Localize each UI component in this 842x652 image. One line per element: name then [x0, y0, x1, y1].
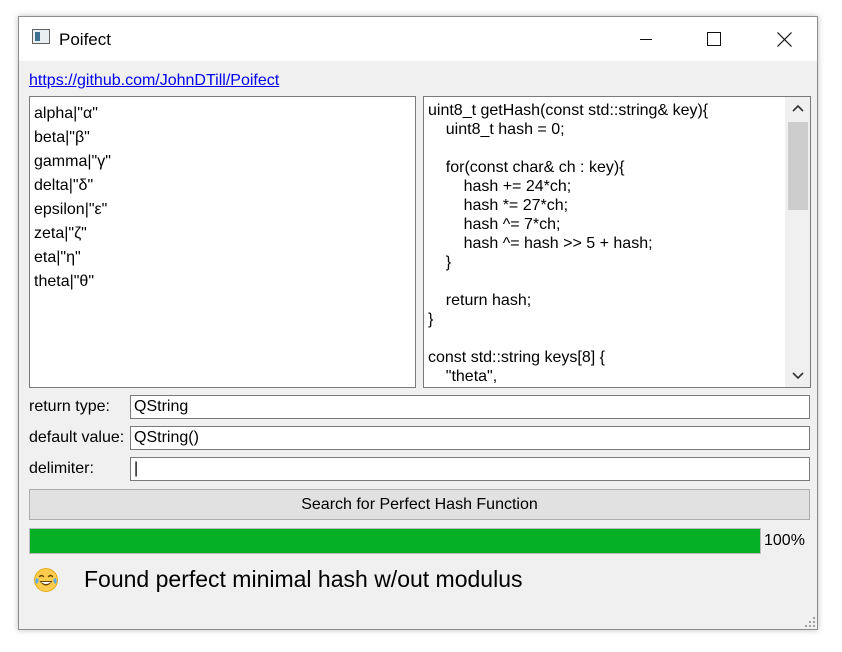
chevron-up-icon [792, 104, 804, 112]
resize-grip-icon[interactable] [805, 617, 815, 627]
code-line: hash *= 27*ch; [428, 197, 569, 214]
maximize-button[interactable] [691, 17, 737, 61]
status-message: Found perfect minimal hash w/out modulus [84, 566, 523, 592]
code-line: } [428, 311, 434, 328]
code-line: return hash; [428, 292, 532, 309]
scroll-thumb[interactable] [788, 122, 808, 210]
maximize-icon [707, 32, 721, 46]
code-line: "theta", [428, 368, 498, 383]
code-line: hash ^= hash >> 5 + hash; [428, 235, 653, 252]
code-line: for(const char& ch : key){ [428, 159, 625, 176]
window-title: Poifect [59, 30, 111, 49]
return-type-row: return type: [29, 395, 811, 419]
chevron-down-icon [792, 372, 804, 380]
app-window: Poifect https://github.com/JohnDTill/Poi… [18, 16, 818, 630]
minimize-button[interactable] [623, 17, 669, 61]
close-icon [776, 31, 792, 47]
delimiter-label: delimiter: [29, 460, 94, 477]
progress-fill [30, 529, 760, 553]
code-text-area[interactable]: uint8_t getHash(const std::string& key){… [428, 101, 782, 383]
code-line: hash ^= 7*ch; [428, 216, 561, 233]
default-value-label: default value: [29, 429, 125, 446]
delimiter-row: delimiter: [29, 457, 811, 481]
code-scrollbar[interactable] [785, 97, 810, 387]
key-line: delta|"δ" [34, 177, 94, 194]
code-line: const std::string keys[8] { [428, 349, 605, 366]
key-line: alpha|"α" [34, 105, 98, 122]
key-line: eta|"η" [34, 249, 81, 266]
minimize-icon [640, 39, 652, 40]
close-button[interactable] [761, 17, 807, 61]
key-line: beta|"β" [34, 129, 90, 146]
return-type-input[interactable] [130, 395, 810, 419]
code-line: hash += 24*ch; [428, 178, 572, 195]
scroll-up-button[interactable] [786, 97, 810, 119]
search-button[interactable]: Search for Perfect Hash Function [29, 489, 810, 520]
tears-of-joy-emoji-icon [34, 568, 58, 592]
code-line: } [428, 254, 452, 271]
key-line: zeta|"ζ" [34, 225, 87, 242]
default-value-input[interactable] [130, 426, 810, 450]
progress-label: 100% [764, 532, 805, 549]
key-line: gamma|"γ" [34, 153, 111, 170]
code-output[interactable]: uint8_t getHash(const std::string& key){… [423, 96, 811, 388]
code-line: uint8_t getHash(const std::string& key){ [428, 102, 709, 119]
scroll-down-button[interactable] [786, 365, 810, 387]
code-line: uint8_t hash = 0; [428, 121, 565, 138]
default-value-row: default value: [29, 426, 811, 450]
app-icon [32, 29, 50, 44]
keys-editor[interactable]: alpha|"α" beta|"β" gamma|"γ" delta|"δ" e… [29, 96, 416, 388]
delimiter-input[interactable] [130, 457, 810, 481]
progress-bar [29, 528, 761, 554]
title-bar[interactable]: Poifect [19, 17, 817, 61]
key-line: epsilon|"ε" [34, 201, 108, 218]
key-line: theta|"θ" [34, 273, 94, 290]
github-link[interactable]: https://github.com/JohnDTill/Poifect [29, 72, 279, 90]
return-type-label: return type: [29, 398, 110, 415]
